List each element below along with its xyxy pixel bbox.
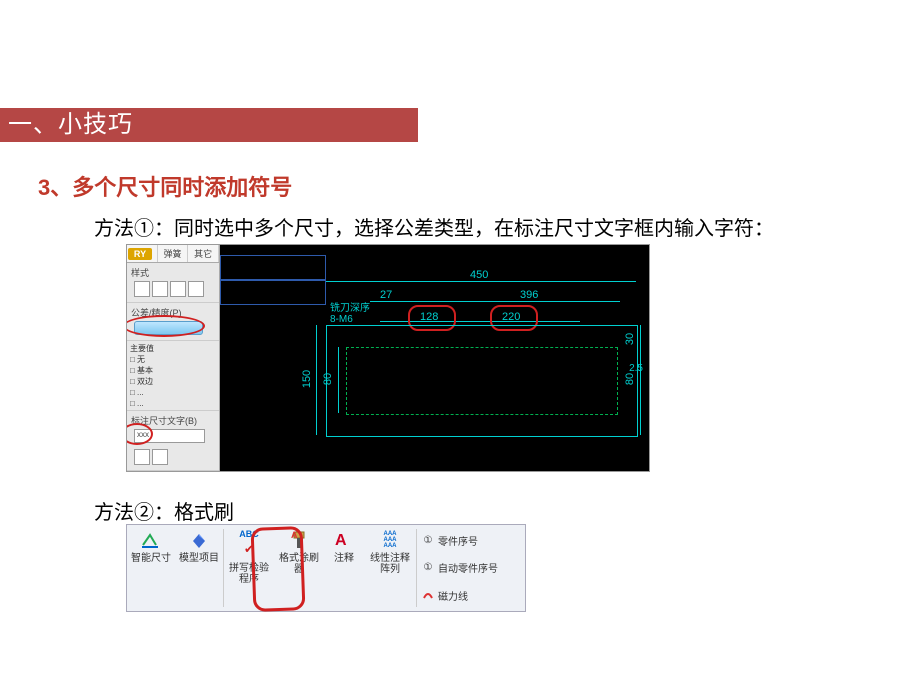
dim-27: 27 [380,289,392,301]
method-2-content: 方法②：格式刷 [94,502,234,524]
panel-tolerance-label: 公差/精度(P) [131,308,182,318]
dim-text-input[interactable]: xxx [134,429,205,443]
dim-line [380,321,580,322]
circled-1: ① [424,535,433,546]
svg-text:A: A [335,532,347,549]
tool-magnet-line[interactable]: 磁力线 [421,586,498,604]
tool-label: 零件序号 [438,533,478,548]
smart-dimension-icon [140,529,162,551]
dim-80-r: 80 [624,373,636,385]
inner-part-rect [346,347,618,415]
tool-part-number[interactable]: ① 零件序号 [421,532,498,550]
tree-item[interactable]: 主要值 [130,343,216,354]
cad-sidebar: 数值 弹簧 其它 样式 公差/精度(P) 主要值 □ 无 [127,245,220,471]
style-icon[interactable] [188,281,204,297]
tool-label: 自动零件序号 [438,560,498,575]
dim-line [326,281,636,282]
svg-text:A: A [291,530,298,540]
dim-150: 150 [301,370,313,388]
subtitle: 3、多个尺寸同时添加符号 [38,170,292,202]
tree-item[interactable]: □ 基本 [130,365,216,376]
aaa-marker: AAA AAA AAA [384,531,397,549]
dim-line [370,301,620,302]
format-painter-icon: A [288,529,310,551]
magnet-icon [421,588,435,602]
note-8m6-text: 8-M6 [330,314,353,325]
linear-pattern-icon: AAA AAA AAA [379,529,401,551]
tree-item[interactable]: □ ... [130,398,216,409]
tool-smart-dimension[interactable]: 智能尺寸 [127,525,175,611]
value-tree: 主要值 □ 无 □ 基本 □ 双边 □ ... □ ... [127,341,219,411]
document-page: 一、小技巧 3、多个尺寸同时添加符号 方法①：同时选中多个尺寸，选择公差类型，在… [0,0,920,690]
panel-dim-text-label: 标注尺寸文字(B) [131,416,197,426]
tree-item[interactable]: □ ... [130,387,216,398]
tool-label: 磁力线 [438,588,468,603]
abc-marker: ABC [239,529,259,539]
screenshot-cad: 数值 弹簧 其它 样式 公差/精度(P) 主要值 □ 无 [126,244,650,472]
cad-tab-3[interactable]: 其它 [188,245,219,262]
method-1-content: 方法①：同时选中多个尺寸，选择公差类型，在标注尺寸文字框内输入字符： [94,218,774,240]
tool-label: 注释 [334,553,354,564]
tool-label: 格式涂刷器 [278,553,320,575]
viewport-rect [220,255,326,281]
tree-item[interactable]: □ 无 [130,354,216,365]
panel-dim-text: 标注尺寸文字(B) xxx [127,411,219,471]
note-top: 铣刀深序 [330,303,370,314]
tree-item[interactable]: □ 双边 [130,376,216,387]
dimtext-icons [131,447,215,467]
circled-excl: ① [424,562,433,573]
tool-spell-check[interactable]: ABC ✔ 拼写检验程序 [224,525,274,611]
check-icon: ✔ [244,542,254,556]
style-icon[interactable] [170,281,186,297]
dim-vline [640,325,641,435]
section-header: 一、小技巧 [0,108,418,142]
dimtext-icon[interactable] [134,449,150,465]
tool-linear-pattern[interactable]: AAA AAA AAA 线性注释阵列 [364,525,416,611]
dim-vline [316,325,317,435]
tool-model-item[interactable]: 模型项目 [175,525,223,611]
panel-style-label: 样式 [131,268,149,278]
cad-canvas: 450 铣刀深序 8-M6 27 396 128 220 150 80 8 [220,245,649,471]
method-2-text: 方法②：格式刷 [94,496,234,525]
style-icon[interactable] [152,281,168,297]
dim-396: 396 [520,289,538,301]
panel-tolerance: 公差/精度(P) [127,303,219,341]
balloon-icon: ① [421,534,435,548]
cad-tab-2[interactable]: 弹簧 [158,245,189,262]
tool-label: 线性注释阵列 [368,553,412,575]
tool-auto-part-number[interactable]: ① 自动零件序号 [421,559,498,577]
dim-128: 128 [420,311,438,323]
tool-label: 智能尺寸 [131,553,171,564]
style-icon[interactable] [134,281,150,297]
dim-text-value: xxx [137,430,149,439]
tool-format-painter[interactable]: A 格式涂刷器 [274,525,324,611]
auto-balloon-icon: ① [421,561,435,575]
viewport-rect [220,279,326,305]
style-icons [131,279,215,299]
dim-80: 80 [322,373,334,385]
dim-450: 450 [470,269,488,281]
subtitle-text: 3、多个尺寸同时添加符号 [38,175,292,200]
spell-check-icon: ✔ [238,539,260,561]
dim-vline [338,347,339,413]
dim-2_5: 2.5 [629,363,643,374]
tolerance-dropdown[interactable] [134,321,203,335]
balloon-tools: ① 零件序号 ① 自动零件序号 磁力线 [417,525,502,611]
annotate-icon: A [333,529,355,551]
dim-220: 220 [502,311,520,323]
tool-annotate[interactable]: A 注释 [324,525,364,611]
note-8m6: 铣刀深序 8-M6 [330,303,370,325]
section-header-text: 一、小技巧 [8,111,133,138]
method-1-text: 方法①：同时选中多个尺寸，选择公差类型，在标注尺寸文字框内输入字符： [94,212,774,241]
model-item-icon [188,529,210,551]
screenshot-toolbar: 智能尺寸 模型项目 ABC ✔ 拼写检验程序 A 格式涂刷器 A [126,524,526,612]
dim-30: 30 [624,333,636,345]
tool-label: 拼写检验程序 [228,563,270,585]
app-badge: RY [128,248,152,260]
tool-label: 模型项目 [179,553,219,564]
panel-style: 样式 [127,263,219,303]
dimtext-icon[interactable] [152,449,168,465]
